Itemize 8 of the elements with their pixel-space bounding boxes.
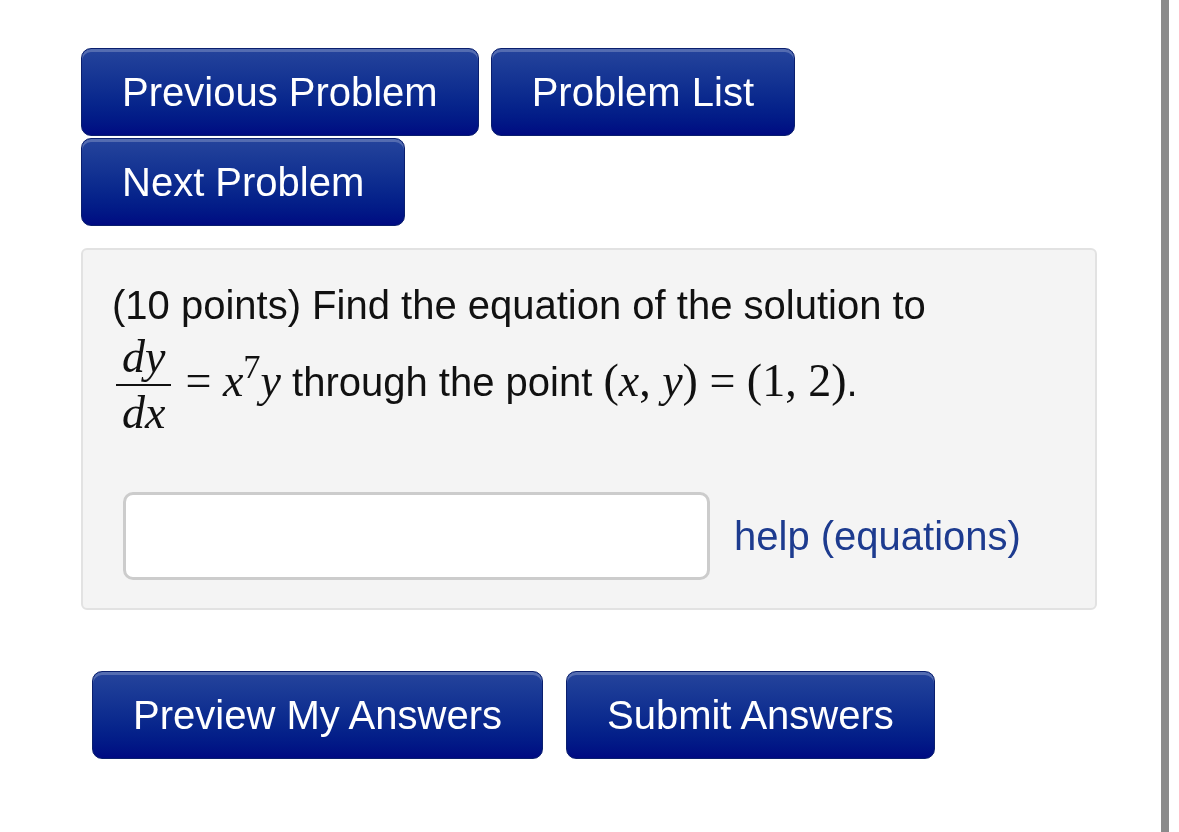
- scrollbar[interactable]: [1161, 0, 1169, 832]
- nav-button[interactable]: Problem List: [490, 48, 795, 136]
- help-link[interactable]: help (equations): [734, 512, 1021, 560]
- nav-button[interactable]: Next Problem: [81, 138, 406, 226]
- preview-answers-button[interactable]: Preview My Answers: [92, 671, 543, 759]
- answer-field[interactable]: [123, 492, 710, 580]
- submit-answers-button[interactable]: Submit Answers: [566, 671, 935, 759]
- nav-button[interactable]: Previous Problem: [81, 48, 479, 136]
